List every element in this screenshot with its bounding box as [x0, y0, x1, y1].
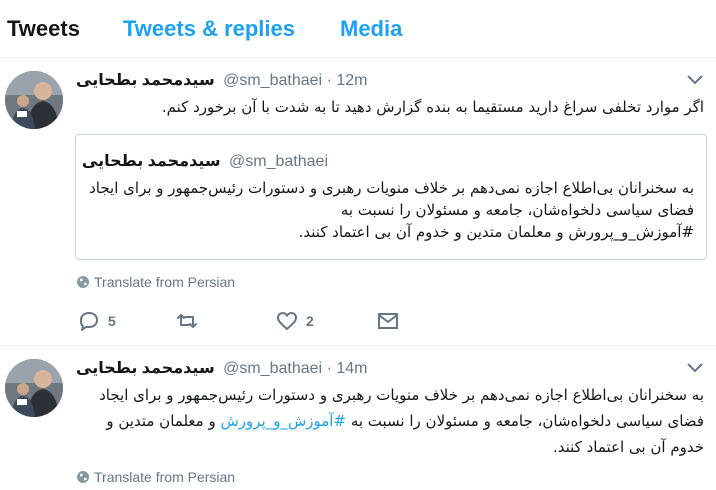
quoted-tweet-header: سیدمحمد بطحایی @sm_bathaei [82, 151, 328, 171]
hashtag-link[interactable]: #آموزش_و_پرورش [220, 412, 346, 430]
reply-button[interactable]: 5 [78, 310, 116, 332]
separator: · [326, 360, 332, 377]
globe-icon [77, 276, 89, 288]
quoted-tweet-text: به سخنرانان بی‌اطلاع اجازه نمی‌دهم بر خل… [86, 177, 694, 243]
like-button[interactable]: 2 [276, 310, 314, 332]
retweet-button[interactable] [176, 310, 206, 332]
avatar[interactable] [5, 359, 63, 417]
translate-label[interactable]: Translate from Persian [94, 274, 235, 290]
tweet-actions: 5 2 [76, 310, 406, 336]
quoted-text-end: و معلمان متدین و خدوم آن بی اعتماد کنند. [298, 223, 569, 241]
author-name[interactable]: سیدمحمد بطحایی [76, 360, 215, 377]
profile-tabs: Tweets Tweets & replies Media [0, 0, 716, 58]
tweet-text: اگر موارد تخلفی سراغ دارید مستقیما به بن… [161, 98, 704, 116]
quoted-author-name: سیدمحمد بطحایی [81, 153, 221, 170]
tab-tweets[interactable]: Tweets [7, 16, 80, 42]
heart-icon [277, 312, 297, 330]
tab-tweets-and-replies[interactable]: Tweets & replies [123, 16, 295, 42]
author-handle[interactable]: @sm_bathaei [223, 72, 322, 89]
quoted-tweet[interactable]: سیدمحمد بطحایی @sm_bathaei به سخنرانان ب… [75, 134, 707, 260]
tab-media[interactable]: Media [340, 16, 402, 42]
tweet-header: سیدمحمد بطحایی @sm_bathaei · 14m [76, 358, 367, 378]
envelope-icon [378, 313, 398, 329]
chevron-down-icon[interactable] [686, 74, 704, 86]
reply-count: 5 [108, 313, 116, 329]
tweet-text: به سخنرانان بی‌اطلاع اجازه نمی‌دهم بر خل… [68, 382, 704, 460]
avatar[interactable] [5, 71, 63, 129]
author-name[interactable]: سیدمحمد بطحایی [76, 72, 215, 89]
translate-link[interactable]: Translate from Persian [76, 469, 235, 485]
like-count: 2 [306, 313, 314, 329]
direct-message-button[interactable] [377, 310, 407, 332]
quoted-hashtag: #آموزش_و_پرورش [568, 223, 694, 241]
quoted-text-start: به سخنرانان بی‌اطلاع اجازه نمی‌دهم بر خل… [89, 179, 694, 219]
quoted-author-handle: @sm_bathaei [229, 153, 328, 170]
reply-icon [80, 312, 98, 331]
tweet[interactable]: سیدمحمد بطحایی @sm_bathaei · 12m اگر موا… [0, 58, 716, 346]
translate-link[interactable]: Translate from Persian [76, 274, 235, 290]
tweet[interactable]: سیدمحمد بطحایی @sm_bathaei · 14m به سخنر… [0, 346, 716, 490]
retweet-icon [177, 314, 197, 328]
timestamp[interactable]: 12m [336, 72, 367, 89]
globe-icon [77, 471, 89, 483]
timestamp[interactable]: 14m [336, 360, 367, 377]
author-handle[interactable]: @sm_bathaei [223, 360, 322, 377]
chevron-down-icon[interactable] [686, 362, 704, 374]
tweet-header: سیدمحمد بطحایی @sm_bathaei · 12m [76, 70, 367, 90]
translate-label[interactable]: Translate from Persian [94, 469, 235, 485]
separator: · [326, 72, 332, 89]
